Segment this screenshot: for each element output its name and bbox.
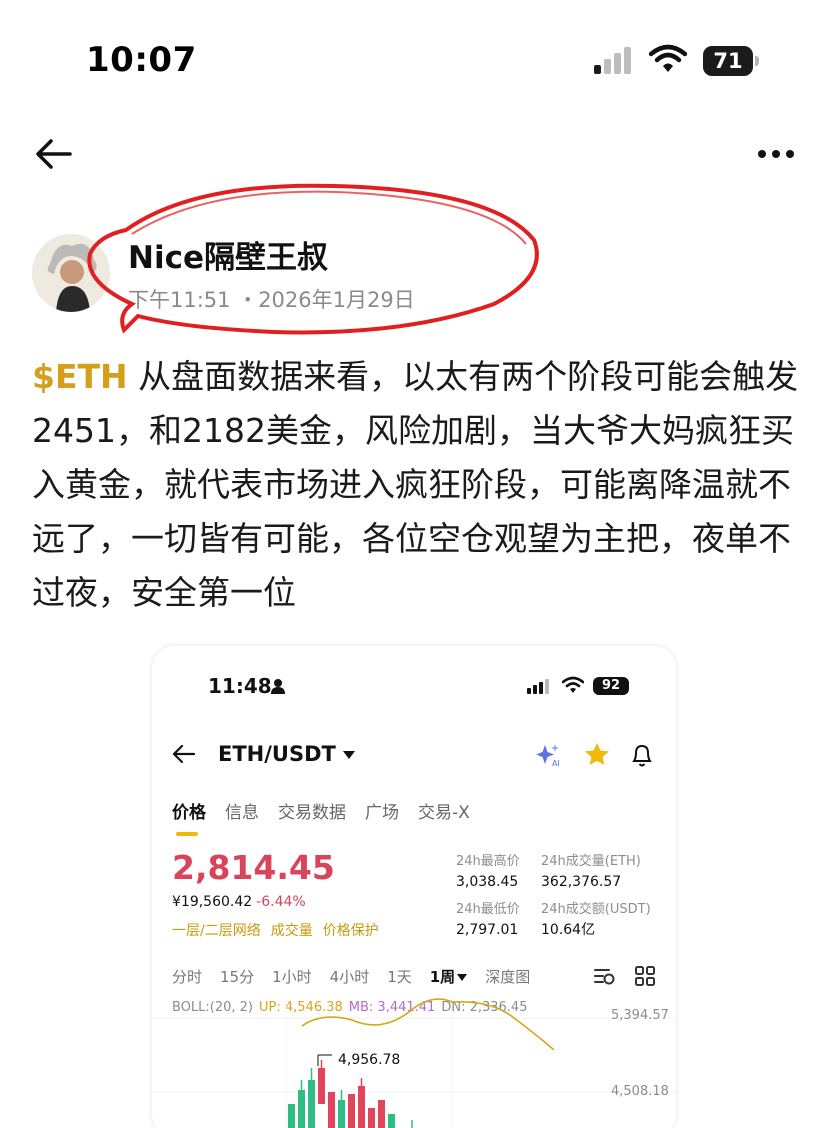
star-icon[interactable] [584,742,610,766]
post-time: 下午11:51 ・2026年1月29日 [128,288,415,312]
wifi-icon [649,44,687,72]
avatar[interactable] [32,234,110,312]
timeframe-1h[interactable]: 1小时 [272,966,312,987]
status-bar: 10:07 71 [0,0,828,120]
more-icon[interactable] [756,146,796,162]
svg-text:AI: AI [552,759,560,768]
price-change: -6.44% [256,894,306,910]
bell-icon[interactable] [630,742,654,768]
candle [308,1080,315,1128]
candle [378,1100,385,1128]
candlestick-chart[interactable] [152,996,676,1128]
price-axis-label: 5,394.57 [611,1008,669,1023]
fiat-price-row: ¥19,560.42 -6.44% [172,894,306,910]
tab-square[interactable]: 广场 [365,798,399,823]
embedded-status-time: 11:48 [208,674,272,698]
tag-volume[interactable]: 成交量 [271,923,313,939]
embedded-back-icon[interactable] [172,744,196,764]
post-body: $ETH 从盘面数据来看，以太有两个阶段可能会触发2451，和2182美金，风险… [32,350,802,620]
embedded-screenshot[interactable]: 11:48 92 ETH/USDT AI 价格 信息 交易数据 广场 交易-X 2,81… [152,646,676,1128]
price-axis-label: 4,508.18 [611,1084,669,1099]
battery-level: 71 [703,46,753,76]
embedded-battery-icon: 92 [593,677,629,695]
post-text: 从盘面数据来看，以太有两个阶段可能会触发2451，和2182美金，风险加剧，当大… [32,357,799,612]
chevron-down-icon[interactable] [342,750,356,760]
candle [358,1086,365,1128]
stat-24h-high: 24h最高价 3,038.45 [456,854,520,890]
candle [368,1108,375,1128]
candle [298,1090,305,1128]
peak-price-label: 4,956.78 [338,1052,401,1068]
battery-icon: 71 [703,46,759,76]
timeframe-depth[interactable]: 深度图 [485,966,530,987]
timeframe-1d[interactable]: 1天 [387,966,412,987]
indicator-settings-icon[interactable] [594,966,616,986]
timeframe-line[interactable]: 分时 [172,966,202,987]
layout-grid-icon[interactable] [635,966,655,986]
tab-trading-data[interactable]: 交易数据 [278,798,346,823]
stat-24h-low: 24h最低价 2,797.01 [456,902,520,938]
stat-24h-turnover-usdt: 24h成交额(USDT) 10.64亿 [541,902,651,938]
embedded-signal-icon [527,679,549,694]
chevron-down-icon [457,973,468,981]
person-icon [271,679,285,694]
candle [348,1094,355,1128]
tag-layer-network[interactable]: 一层/二层网络 [172,923,261,939]
tab-trade-x[interactable]: 交易-X [418,798,470,823]
boll-mb-line [301,998,555,1051]
candle [388,1114,395,1128]
tag-price-protection[interactable]: 价格保护 [323,923,379,939]
tag-links: 一层/二层网络 成交量 价格保护 [172,920,389,940]
fiat-price: ¥19,560.42 [172,894,253,910]
stat-24h-volume-eth: 24h成交量(ETH) 362,376.57 [541,854,641,890]
ticker-link[interactable]: $ETH [32,357,128,396]
timeframe-15m[interactable]: 15分 [220,966,254,987]
signal-icon [594,47,631,74]
pair-title[interactable]: ETH/USDT [218,742,336,766]
tab-info[interactable]: 信息 [225,798,259,823]
tab-active-underline [176,832,198,836]
candles [288,1060,413,1128]
timeframe-4h[interactable]: 4小时 [330,966,370,987]
timeframe-1w[interactable]: 1周 [430,966,468,987]
author-name[interactable]: Nice隔壁王叔 [128,232,328,277]
candle [318,1068,325,1104]
candle [328,1092,335,1128]
candle [288,1104,295,1128]
embedded-wifi-icon [562,676,584,693]
tab-price[interactable]: 价格 [172,798,206,823]
embedded-tabs: 价格 信息 交易数据 广场 交易-X [172,798,489,823]
candle [338,1100,345,1128]
back-arrow-icon[interactable] [34,136,74,172]
last-price: 2,814.45 [172,848,335,887]
timeframe-bar: 分时 15分 1小时 4小时 1天 1周 深度图 [172,966,548,987]
status-time: 10:07 [86,40,197,80]
ai-sparkle-icon[interactable]: AI [534,742,562,768]
